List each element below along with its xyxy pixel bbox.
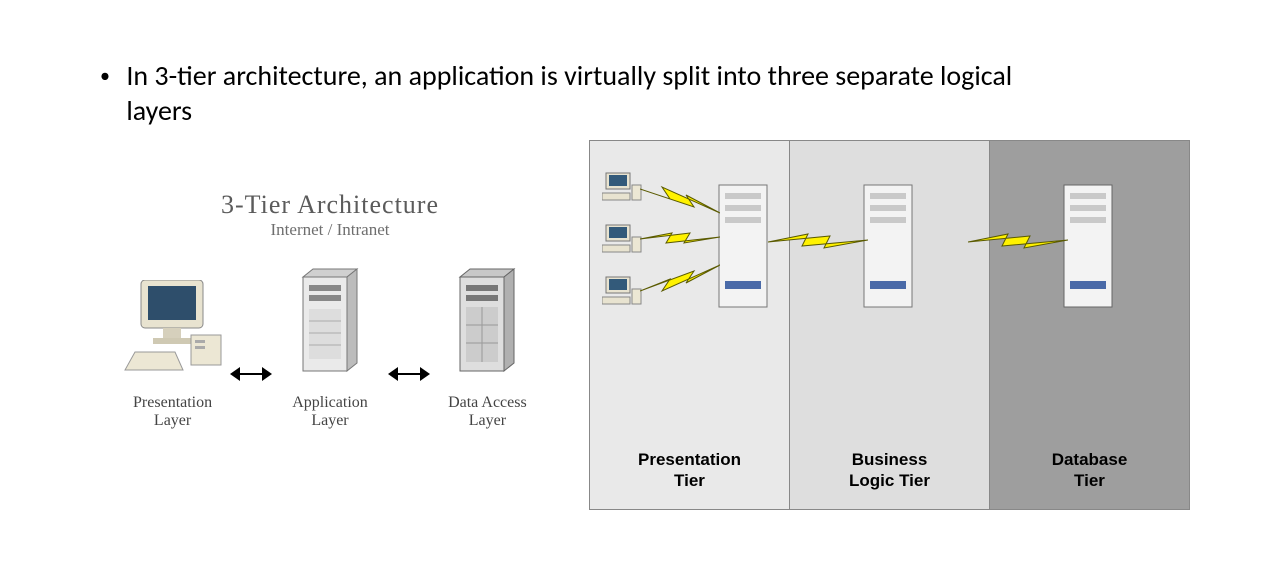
data-access-label-1: Data Access	[448, 394, 527, 411]
server-tower-icon	[1060, 181, 1116, 316]
data-access-label-2: Layer	[469, 412, 506, 429]
lightning-bolt-icon	[640, 179, 720, 224]
server-tower-icon	[452, 265, 522, 380]
bullet-dot-icon: •	[100, 64, 110, 89]
server-tower-icon	[860, 181, 916, 316]
left-diagram: 3-Tier Architecture Internet / Intranet	[115, 190, 545, 500]
slide-bullet: • In 3-tier architecture, an application…	[100, 58, 1200, 128]
client-pc-icon	[602, 171, 642, 208]
business-logic-tier-col: Business Logic Tier	[789, 140, 990, 510]
left-diagram-title: 3-Tier Architecture Internet / Intranet	[115, 190, 545, 240]
data-access-layer-col: Data Access Layer	[430, 265, 545, 431]
left-title-line2: Internet / Intranet	[115, 220, 545, 240]
bidirectional-arrow-icon	[388, 367, 430, 381]
client-pc-icon	[602, 275, 642, 312]
presentation-label-2: Layer	[154, 412, 191, 429]
left-title-line1: 3-Tier Architecture	[115, 190, 545, 220]
lightning-bolt-icon	[640, 229, 720, 254]
application-label-1: Application	[292, 394, 368, 411]
tier2-label-1: Business	[852, 450, 928, 469]
bidirectional-arrow-icon	[230, 367, 272, 381]
server-tower-icon	[715, 181, 771, 316]
lightning-bolt-icon	[640, 261, 720, 306]
tier1-label-1: Presentation	[638, 450, 741, 469]
presentation-label-1: Presentation	[133, 394, 212, 411]
client-pc-icon	[602, 223, 642, 260]
right-diagram: Presentation Tier Business Logic Tier	[590, 140, 1190, 510]
bullet-text: In 3-tier architecture, an application i…	[126, 58, 1026, 128]
application-label-2: Layer	[311, 412, 348, 429]
tier1-label-2: Tier	[674, 471, 705, 490]
presentation-layer-col: Presentation Layer	[115, 280, 230, 431]
presentation-tier-col: Presentation Tier	[589, 140, 790, 510]
server-tower-icon	[295, 265, 365, 380]
tier3-label-1: Database	[1052, 450, 1128, 469]
tier2-label-2: Logic Tier	[849, 471, 930, 490]
tier3-label-2: Tier	[1074, 471, 1105, 490]
database-tier-col: Database Tier	[989, 140, 1190, 510]
application-layer-col: Application Layer	[272, 265, 387, 431]
desktop-pc-icon	[123, 280, 223, 380]
